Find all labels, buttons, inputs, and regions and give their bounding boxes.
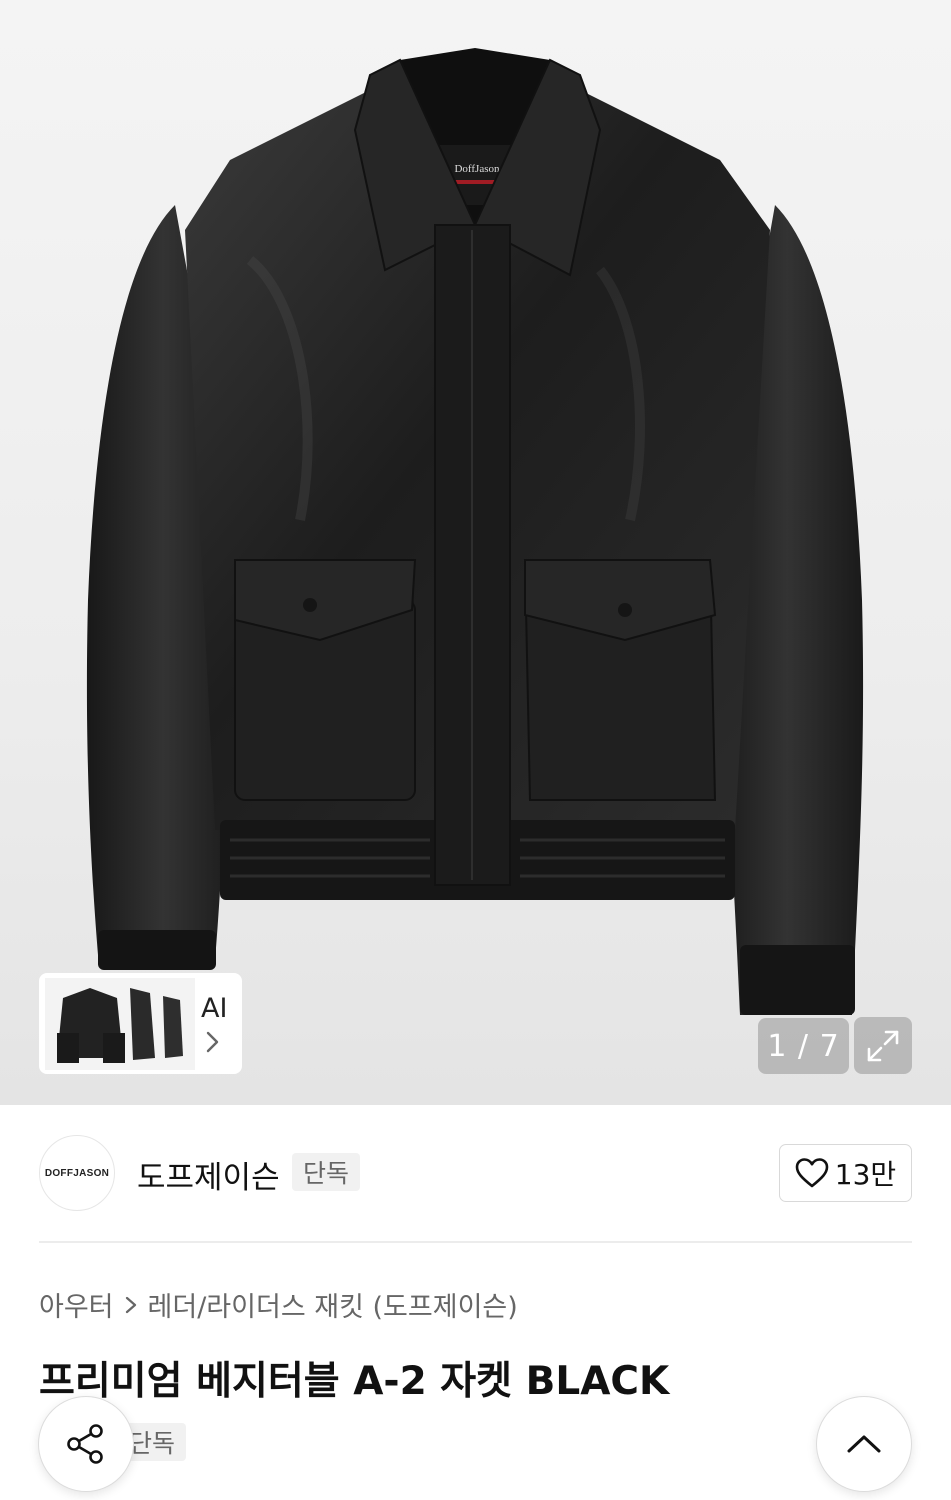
exclusive-badge: 단독 bbox=[292, 1153, 361, 1191]
chevron-right-icon bbox=[124, 1295, 138, 1315]
scroll-to-top-button[interactable] bbox=[816, 1396, 912, 1492]
breadcrumb: 아우터 레더/라이더스 재킷 (도프제이슨) bbox=[39, 1285, 518, 1324]
brand-name[interactable]: 도프제이슨 bbox=[137, 1152, 280, 1197]
jacket-label-text: DoffJason bbox=[454, 163, 500, 175]
breadcrumb-item[interactable]: 아우터 bbox=[39, 1285, 114, 1324]
brand-logo[interactable]: DOFFJASON bbox=[39, 1135, 115, 1211]
product-image-gallery[interactable]: DoffJason AI 1 / 7 bbox=[0, 0, 951, 1105]
divider bbox=[39, 1241, 912, 1243]
product-title: 프리미엄 베지터블 A-2 자켓 BLACK bbox=[39, 1359, 670, 1404]
share-button[interactable] bbox=[38, 1396, 134, 1492]
image-counter: 1 / 7 bbox=[758, 1018, 849, 1074]
expand-button[interactable] bbox=[854, 1017, 912, 1074]
ai-thumbnails bbox=[45, 977, 195, 1070]
breadcrumb-item[interactable]: 레더/라이더스 재킷 (도프제이슨) bbox=[148, 1285, 518, 1324]
like-count: 13만 bbox=[834, 1158, 897, 1191]
expand-icon bbox=[867, 1030, 899, 1061]
ai-similar-items-card[interactable]: AI bbox=[39, 973, 242, 1074]
product-main-image: DoffJason bbox=[86, 48, 864, 1015]
like-button[interactable]: 13만 bbox=[779, 1144, 912, 1202]
share-icon bbox=[67, 1424, 103, 1464]
ai-label: AI bbox=[201, 993, 228, 1024]
heart-icon bbox=[795, 1158, 829, 1188]
chevron-right-icon[interactable] bbox=[204, 1030, 222, 1054]
chevron-up-icon bbox=[847, 1435, 881, 1453]
